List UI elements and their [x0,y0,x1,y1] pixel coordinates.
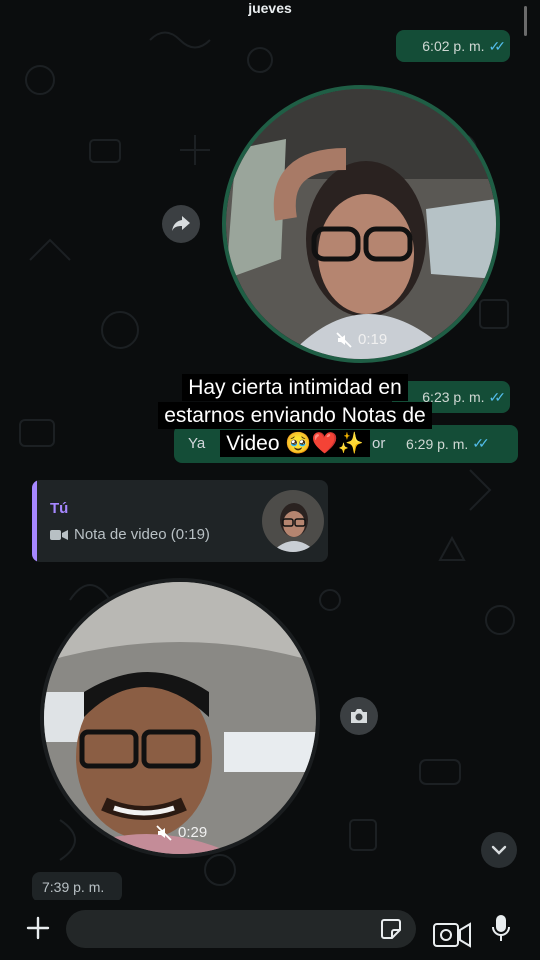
thumbnail-image [262,490,324,552]
forward-button[interactable] [162,205,200,243]
reply-text: Nota de video (0:19) [74,526,210,543]
read-ticks-icon: ✓✓ [488,388,507,405]
duration-label: 0:29 [178,824,208,841]
date-separator: jueves [248,0,292,16]
duration-label: 0:19 [358,331,388,348]
attach-button[interactable] [22,912,54,944]
video-frame-woman [226,89,496,359]
scroll-to-bottom-button[interactable] [481,832,517,868]
sticker-button[interactable] [378,916,404,942]
muted-speaker-icon [156,824,172,841]
camera-icon [351,709,367,723]
outgoing-message-time[interactable]: 6:02 p. m. ✓✓ [396,30,510,62]
reply-thumbnail [262,490,324,552]
forward-icon [172,216,190,231]
muted-speaker-icon [336,331,352,348]
video-duration: 0:29 [156,824,207,841]
scrollbar-thumb[interactable] [524,6,527,36]
reply-body: Nota de video (0:19) [50,526,210,543]
read-ticks-icon: ✓✓ [488,37,507,54]
video-duration: 0:19 [336,331,387,348]
reply-author: Tú [50,500,69,517]
caption-line-2: estarnos enviando Notas de [158,402,432,429]
quoted-reply[interactable]: Tú Nota de video (0:19) [32,480,328,562]
sticker-icon [381,919,401,939]
mic-icon [492,915,510,941]
chevron-down-icon [491,845,507,855]
video-frame-man [44,582,316,854]
video-camera-icon [50,529,68,540]
video-note-incoming[interactable]: 0:29 [40,578,320,858]
caption-line-1: Hay cierta intimidad en [182,374,408,401]
message-input[interactable] [66,910,416,948]
caption-line-3: Video 🥹❤️✨ [220,430,370,457]
plus-icon [26,916,50,940]
video-note-outgoing[interactable]: 0:19 [222,85,500,363]
incoming-message-time: 7:39 p. m. [32,872,122,902]
reply-accent-bar [32,480,37,562]
camera-button[interactable] [340,697,378,735]
camera-capture-button[interactable] [432,916,472,952]
voice-message-button[interactable] [488,912,514,946]
message-time: 6:02 p. m. [422,38,485,54]
read-ticks-icon: ✓✓ [472,435,490,451]
video-caption-overlay: Hay cierta intimidad en estarnos enviand… [130,374,460,458]
camera-icon [433,922,471,948]
